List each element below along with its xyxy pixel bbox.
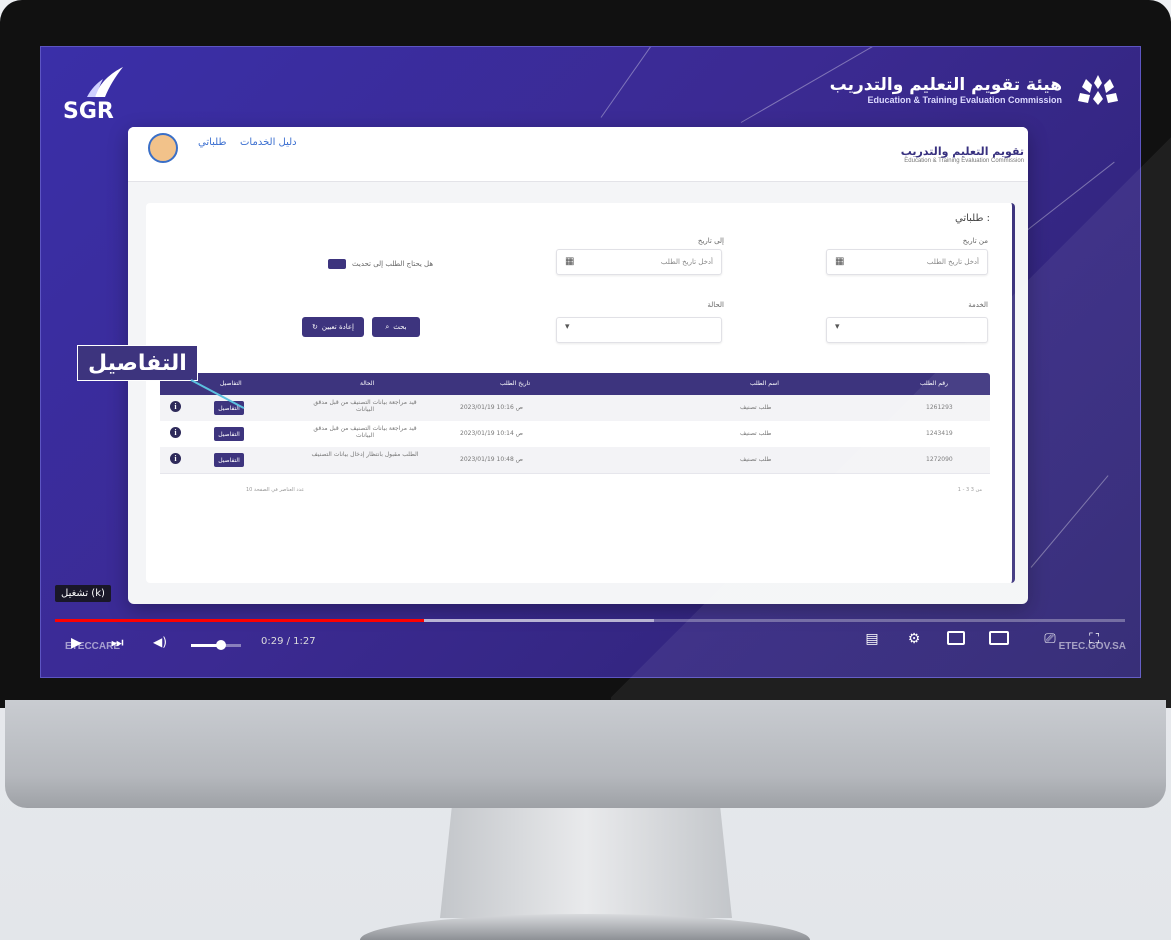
monitor-stand-neck: [440, 808, 732, 918]
requests-panel: طلباتي : من تاريخ أدخل تاريخ الطلب ▦ إلى…: [146, 203, 1015, 583]
to-date-label: إلى تاريخ: [697, 237, 724, 245]
decor-line: [740, 47, 880, 123]
details-button[interactable]: التفاصيل: [214, 427, 244, 441]
subtitles-icon[interactable]: ▤: [863, 631, 881, 647]
to-date-field[interactable]: أدخل تاريخ الطلب ▦: [556, 249, 722, 275]
sgr-logo-text: SGR: [63, 99, 114, 124]
etec-logo-arabic: هيئة تقويم التعليم والتدريب: [829, 75, 1062, 95]
decor-line: [940, 161, 1115, 298]
row-id: 1261293: [926, 404, 953, 411]
calendar-icon[interactable]: ▦: [565, 256, 574, 267]
theater-mode-icon[interactable]: [989, 631, 1009, 645]
row-id: 1243419: [926, 430, 953, 437]
video-screen[interactable]: SGR هيئة تقويم التعليم والتدريب Educatio…: [40, 46, 1141, 678]
row-date: 2023/01/19 ص 10:16: [460, 404, 523, 411]
nav-link-requests[interactable]: طلباتي: [198, 137, 226, 148]
column-header-date[interactable]: تاريخ الطلب: [500, 380, 530, 387]
requests-page: طلباتي دليل الخدمات تقويم التعليم والتدر…: [128, 127, 1028, 604]
details-button[interactable]: التفاصيل: [214, 453, 244, 467]
table-row: i التفاصيل الطلب مقبول بانتظار إدخال بيا…: [160, 447, 990, 474]
settings-gear-icon[interactable]: ⚙: [905, 631, 923, 647]
column-header-id[interactable]: رقم الطلب: [920, 380, 948, 387]
row-status: قيد مراجعة بيانات التصنيف من قبل مدقق ال…: [313, 399, 417, 413]
service-select[interactable]: ▾: [826, 317, 988, 343]
miniplayer-icon[interactable]: [947, 631, 965, 645]
row-status: الطلب مقبول بانتظار إدخال بيانات التصنيف: [311, 451, 419, 458]
time-display: 0:29 / 1:27: [261, 636, 316, 647]
needs-update-label: هل يحتاج الطلب إلى تحديث: [352, 260, 434, 268]
progress-bar[interactable]: [55, 619, 1125, 622]
details-button[interactable]: التفاصيل: [214, 401, 244, 415]
decor-line: [600, 47, 682, 118]
info-icon[interactable]: i: [170, 453, 181, 464]
info-icon[interactable]: i: [170, 427, 181, 438]
row-name: طلب تصنيف: [740, 456, 772, 463]
etec-logo: هيئة تقويم التعليم والتدريب Education & …: [830, 73, 1120, 107]
search-icon: ⌕: [385, 322, 390, 331]
table-header: التفاصيل الحالة تاريخ الطلب اسم الطلب رق…: [160, 373, 990, 395]
column-header-status[interactable]: الحالة: [360, 380, 374, 387]
reset-button-label: إعادة تعيين: [321, 323, 355, 331]
row-date: 2023/01/19 ص 10:48: [460, 456, 523, 463]
chevron-down-icon: ▾: [835, 322, 840, 332]
page-logo-arabic: تقويم التعليم والتدريب: [900, 145, 1024, 158]
page-size-text[interactable]: عدد العناصر في الصفحة 10: [246, 487, 304, 493]
sgr-logo: SGR: [59, 63, 129, 133]
search-button-label: بحث: [393, 323, 407, 331]
info-icon[interactable]: i: [170, 401, 181, 412]
status-label: الحالة: [707, 301, 724, 309]
row-id: 1272090: [926, 456, 953, 463]
volume-slider[interactable]: [191, 640, 241, 650]
played-bar: [55, 619, 425, 622]
from-date-label: من تاريخ: [962, 237, 988, 245]
row-date: 2023/01/19 ص 10:14: [460, 430, 523, 437]
user-avatar[interactable]: [148, 133, 178, 163]
column-header-details[interactable]: التفاصيل: [220, 380, 242, 387]
decor-line: [1030, 475, 1109, 568]
from-date-field[interactable]: أدخل تاريخ الطلب ▦: [826, 249, 988, 275]
needs-update-toggle[interactable]: [328, 259, 346, 269]
row-name: طلب تصنيف: [740, 430, 772, 437]
page-logo: تقويم التعليم والتدريب Education & Train…: [901, 145, 1024, 164]
table-row: i التفاصيل قيد مراجعة بيانات التصنيف من …: [160, 421, 990, 448]
volume-knob[interactable]: [216, 640, 226, 650]
details-callout: التفاصيل: [77, 345, 198, 381]
watermark-left: ETECCARE: [65, 641, 121, 652]
page-header: طلباتي دليل الخدمات تقويم التعليم والتدر…: [128, 127, 1028, 182]
etec-emblem-icon: [1078, 75, 1118, 105]
watermark-right: ETEC.GOV.SA: [1058, 641, 1126, 652]
cast-icon[interactable]: ⎚: [1041, 631, 1059, 647]
play-tooltip: تشغيل (k): [55, 585, 111, 602]
etec-logo-english: Education & Training Evaluation Commissi…: [867, 95, 1062, 105]
monitor-bezel: SGR هيئة تقويم التعليم والتدريب Educatio…: [0, 0, 1171, 708]
refresh-icon: ↻: [311, 323, 318, 331]
calendar-icon[interactable]: ▦: [835, 256, 844, 267]
column-header-name[interactable]: اسم الطلب: [750, 380, 779, 387]
panel-title: طلباتي :: [954, 213, 990, 224]
fullscreen-icon[interactable]: ⛶: [1085, 631, 1103, 647]
table-row: i التفاصيل قيد مراجعة بيانات التصنيف من …: [160, 395, 990, 422]
from-date-placeholder: أدخل تاريخ الطلب: [926, 258, 979, 266]
service-label: الخدمة: [968, 301, 988, 309]
status-select[interactable]: ▾: [556, 317, 722, 343]
chevron-down-icon: ▾: [565, 322, 570, 332]
pagination-text: 1 - 3 من 3: [957, 487, 982, 493]
monitor-chin: [5, 700, 1166, 808]
nav-link-services[interactable]: دليل الخدمات: [240, 137, 297, 148]
volume-icon[interactable]: ◀): [153, 635, 167, 649]
row-status: قيد مراجعة بيانات التصنيف من قبل مدقق ال…: [313, 425, 417, 439]
reset-button[interactable]: ↻ إعادة تعيين: [302, 317, 364, 337]
search-button[interactable]: ⌕ بحث: [372, 317, 420, 337]
page-logo-english: Education & Training Evaluation Commissi…: [904, 158, 1024, 164]
row-name: طلب تصنيف: [740, 404, 772, 411]
to-date-placeholder: أدخل تاريخ الطلب: [660, 258, 713, 266]
bird-icon: [87, 67, 123, 97]
